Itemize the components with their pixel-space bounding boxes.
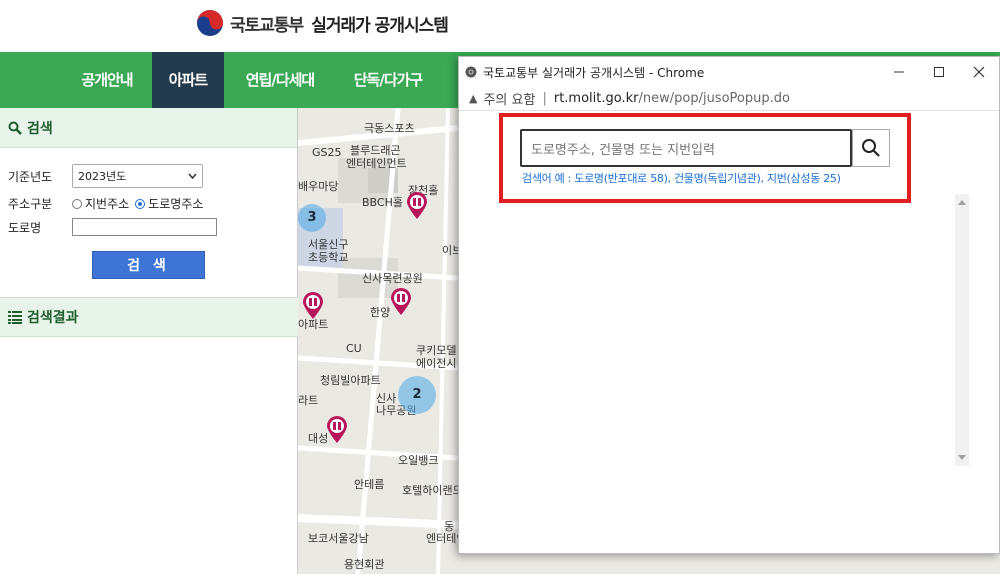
map-label: CU xyxy=(346,342,362,355)
lot-address-radio[interactable] xyxy=(72,198,82,209)
map-label: 극동스포츠 xyxy=(364,122,415,135)
year-select-value: 2023년도 xyxy=(78,170,127,183)
maximize-icon xyxy=(934,67,944,77)
maximize-button[interactable] xyxy=(919,57,959,87)
results-header: 검색결과 xyxy=(0,297,298,337)
popup-title: 국토교통부 실거래가 공개시스템 - Chrome xyxy=(483,65,705,80)
scroll-up-arrow-icon[interactable] xyxy=(958,200,966,205)
road-name-label: 도로명 xyxy=(8,220,42,235)
map-cluster[interactable]: 3 xyxy=(298,204,326,232)
map-label: GS25 xyxy=(312,146,342,159)
map-label: 오일뱅크 xyxy=(398,454,439,467)
minimize-button[interactable] xyxy=(879,57,919,87)
close-button[interactable] xyxy=(959,57,999,87)
nav-item-apartment[interactable]: 아파트 xyxy=(152,52,224,108)
address-type-label: 주소구분 xyxy=(8,197,53,211)
ministry-name: 국토교통부 xyxy=(230,15,304,36)
apartment-pin-icon[interactable] xyxy=(326,416,348,444)
close-icon xyxy=(973,66,985,78)
scroll-down-arrow-icon[interactable] xyxy=(958,455,966,460)
lot-address-label[interactable]: 지번주소 xyxy=(85,195,129,212)
map-label: 보코서울강남 xyxy=(308,532,369,545)
search-icon xyxy=(8,121,22,135)
map-label: 청림빌아파트 xyxy=(320,374,381,387)
year-select[interactable]: 2023년도 xyxy=(72,164,203,188)
list-icon xyxy=(8,310,22,324)
popup-result-area xyxy=(499,194,969,466)
taeguk-emblem-icon xyxy=(197,10,223,36)
map-label: 안테름 xyxy=(354,478,385,491)
nav-item-guide[interactable]: 공개안내 xyxy=(62,52,152,108)
map-label: 동 xyxy=(444,520,455,533)
site-logo[interactable]: 국토교통부 실거래가 공개시스템 xyxy=(196,9,449,37)
road-name-input[interactable] xyxy=(72,218,217,236)
map-label: BBCH홀 xyxy=(362,196,403,209)
chrome-icon xyxy=(465,66,477,78)
apartment-pin-icon[interactable] xyxy=(390,288,412,316)
system-title: 실거래가 공개시스템 xyxy=(311,15,449,36)
results-title: 검색결과 xyxy=(27,310,79,326)
nav-item-detached[interactable]: 단독/다가구 xyxy=(336,52,440,108)
popup-scrollbar[interactable] xyxy=(955,194,969,466)
road-name-row: 도로명 xyxy=(8,218,217,236)
search-panel: 검색 기준년도 2023년도 주소구분 지번주소 도로명주소 도로명 검 색 검… xyxy=(0,108,298,574)
chevron-down-icon xyxy=(188,173,197,179)
popup-address-bar[interactable]: ▲ 주의 요함 | rt.molit.go.kr /new/pop/jusoPo… xyxy=(459,87,999,111)
year-label: 기준년도 xyxy=(8,169,53,184)
minimize-icon xyxy=(894,71,904,73)
search-button[interactable]: 검 색 xyxy=(92,251,205,279)
site-header: 국토교통부 실거래가 공개시스템 xyxy=(0,0,1000,52)
map-label: 라트 xyxy=(298,394,319,407)
address-type-row: 주소구분 지번주소 도로명주소 xyxy=(8,195,203,212)
highlight-box xyxy=(499,113,911,203)
year-row: 기준년도 2023년도 xyxy=(8,164,203,188)
search-panel-header: 검색 xyxy=(0,108,297,148)
map-cluster[interactable]: 2 xyxy=(398,376,436,414)
map-label: 엔터테인먼트 xyxy=(346,157,407,170)
address-popup-window: 국토교통부 실거래가 공개시스템 - Chrome ▲ 주의 요함 | rt.m… xyxy=(458,56,1000,554)
map-label: 용현회관 xyxy=(344,558,385,571)
apartment-pin-icon[interactable] xyxy=(302,292,324,320)
address-host: rt.molit.go.kr xyxy=(553,91,639,106)
map-label: 배우마당 xyxy=(298,180,339,193)
map-label: 초등학교 xyxy=(308,251,349,264)
map-label: 에이전시 xyxy=(416,357,457,370)
road-address-label[interactable]: 도로명주소 xyxy=(148,195,203,212)
map-label: 신사목련공원 xyxy=(362,272,423,285)
address-separator: | xyxy=(542,91,547,106)
apartment-pin-icon[interactable] xyxy=(406,192,428,220)
nav-item-townhouse[interactable]: 연립/다세대 xyxy=(228,52,332,108)
search-panel-title: 검색 xyxy=(27,120,53,137)
address-path: /new/pop/jusoPopup.do xyxy=(638,91,790,106)
map-label: 호텔하이랜드 xyxy=(402,484,463,497)
road-address-radio[interactable] xyxy=(135,198,146,209)
security-warning: 주의 요함 xyxy=(483,93,536,108)
map-label: 한양 xyxy=(370,306,391,319)
warning-icon: ▲ xyxy=(469,92,478,105)
